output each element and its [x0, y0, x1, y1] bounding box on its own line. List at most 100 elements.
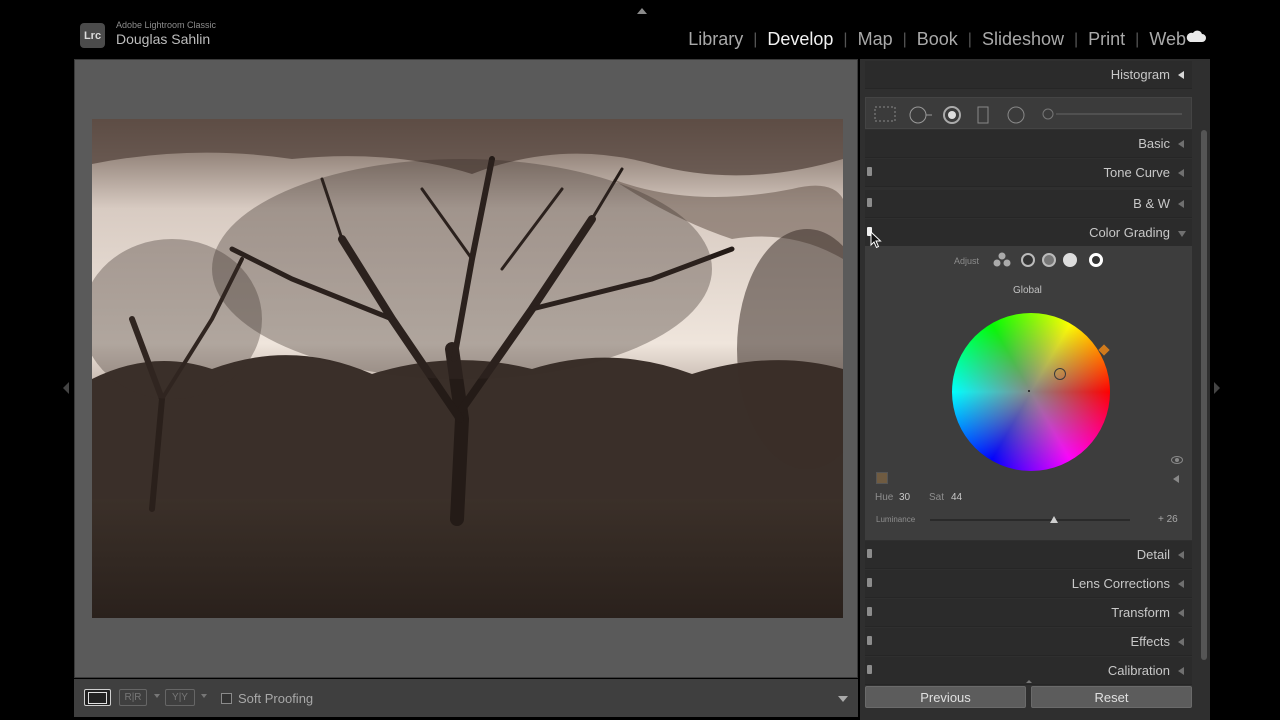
- collapse-sliders-icon[interactable]: [1173, 475, 1179, 483]
- cloud-sync-icon[interactable]: [1186, 30, 1206, 42]
- expand-arrow-icon: [1178, 71, 1184, 79]
- develop-tool-strip: [865, 97, 1192, 129]
- luminance-label: Luminance: [876, 515, 916, 524]
- module-picker: Library | Develop | Map | Book | Slidesh…: [688, 29, 1186, 50]
- radial-filter-icon[interactable]: [1006, 106, 1026, 124]
- crop-overlay-icon[interactable]: [874, 106, 896, 122]
- module-map[interactable]: Map: [858, 29, 893, 50]
- transform-header[interactable]: Transform: [865, 599, 1192, 627]
- spot-removal-icon[interactable]: [908, 106, 934, 124]
- panel-toggle-switch[interactable]: [867, 636, 872, 645]
- eye-icon[interactable]: [1171, 456, 1183, 464]
- module-separator: |: [967, 30, 972, 48]
- soft-proofing-checkbox[interactable]: [221, 693, 232, 704]
- panel-scrollbar[interactable]: [1201, 130, 1207, 660]
- mouse-cursor-icon: [870, 231, 882, 249]
- lightroom-logo: Lrc: [80, 23, 105, 48]
- panel-title: Color Grading: [1089, 225, 1170, 240]
- panel-toggle-switch[interactable]: [867, 167, 872, 176]
- panel-toggle-switch[interactable]: [867, 578, 872, 587]
- expand-arrow-icon: [1178, 200, 1184, 208]
- module-separator: |: [1073, 30, 1079, 48]
- effects-header[interactable]: Effects: [865, 628, 1192, 656]
- color-grading-mode-label: Global: [1013, 285, 1042, 296]
- expand-arrow-icon: [1178, 638, 1184, 646]
- module-separator: |: [843, 30, 848, 48]
- histogram-header[interactable]: Histogram: [865, 61, 1192, 89]
- before-after-copy-button[interactable]: Y|Y: [165, 689, 195, 706]
- expand-arrow-icon: [1178, 169, 1184, 177]
- panel-toggle-switch[interactable]: [867, 607, 872, 616]
- panel-title: Tone Curve: [1103, 165, 1170, 180]
- top-bar: Lrc Adobe Lightroom Classic Douglas Sahl…: [0, 0, 1280, 60]
- panel-title: Calibration: [1107, 663, 1170, 678]
- three-way-view-icon[interactable]: [993, 252, 1011, 268]
- before-after-lr-button[interactable]: R|R: [119, 689, 147, 706]
- shadows-wheel-icon[interactable]: [1021, 253, 1035, 267]
- panel-scroll-up-icon[interactable]: [1026, 680, 1032, 683]
- basic-header[interactable]: Basic: [865, 130, 1192, 158]
- collapse-top-panel-icon[interactable]: [637, 8, 647, 14]
- sat-value[interactable]: 44: [951, 492, 962, 503]
- panel-toggle-switch[interactable]: [867, 665, 872, 674]
- panel-toggle-switch[interactable]: [867, 198, 872, 207]
- chevron-down-icon[interactable]: [154, 694, 160, 698]
- collapse-arrow-icon: [1178, 231, 1186, 237]
- module-separator: |: [902, 30, 907, 48]
- module-develop[interactable]: Develop: [767, 29, 833, 50]
- global-wheel-icon[interactable]: [1089, 253, 1103, 267]
- bottom-toolbar: R|R Y|Y Soft Proofing: [74, 679, 858, 717]
- module-separator: |: [753, 30, 758, 48]
- red-eye-icon[interactable]: [942, 106, 962, 124]
- brush-slider-icon[interactable]: [1042, 106, 1182, 122]
- tone-curve-header[interactable]: Tone Curve: [865, 159, 1192, 187]
- expand-arrow-icon: [1178, 551, 1184, 559]
- panel-title: Transform: [1111, 605, 1170, 620]
- photo-preview: [92, 119, 843, 618]
- module-slideshow[interactable]: Slideshow: [982, 29, 1064, 50]
- sat-label: Sat: [929, 492, 945, 503]
- reset-button[interactable]: Reset: [1031, 686, 1192, 708]
- toolbar-menu-icon[interactable]: [838, 696, 848, 702]
- detail-header[interactable]: Detail: [865, 541, 1192, 569]
- wheel-handle[interactable]: [1054, 368, 1066, 380]
- chevron-down-icon[interactable]: [201, 694, 207, 698]
- module-web[interactable]: Web: [1149, 29, 1186, 50]
- color-grading-header[interactable]: Color Grading: [865, 219, 1192, 247]
- wheel-center-point: [1028, 390, 1030, 392]
- midtones-wheel-icon[interactable]: [1042, 253, 1056, 267]
- highlights-wheel-icon[interactable]: [1063, 253, 1077, 267]
- panel-title: Basic: [1138, 136, 1170, 151]
- luminance-slider-thumb[interactable]: [1050, 516, 1058, 523]
- module-print[interactable]: Print: [1088, 29, 1125, 50]
- expand-arrow-icon: [1178, 609, 1184, 617]
- identity-plate-user: Douglas Sahlin: [116, 31, 211, 47]
- luminance-value[interactable]: + 26: [1158, 514, 1178, 525]
- right-panel-toggle-icon[interactable]: [1214, 382, 1220, 394]
- panel-title: Histogram: [1110, 67, 1170, 82]
- expand-arrow-icon: [1178, 667, 1184, 675]
- module-separator: |: [1135, 30, 1140, 48]
- module-book[interactable]: Book: [917, 29, 958, 50]
- panel-title: B & W: [1133, 196, 1170, 211]
- hue-label: Hue: [875, 492, 894, 503]
- expand-arrow-icon: [1178, 140, 1184, 148]
- panel-title: Lens Corrections: [1071, 576, 1170, 591]
- expand-arrow-icon: [1178, 580, 1184, 588]
- panel-title: Detail: [1136, 547, 1170, 562]
- graduated-filter-icon[interactable]: [976, 106, 990, 124]
- color-wheel[interactable]: [952, 313, 1110, 471]
- module-library[interactable]: Library: [688, 29, 743, 50]
- luminance-slider-track[interactable]: [930, 519, 1130, 521]
- left-panel-toggle-icon[interactable]: [63, 382, 69, 394]
- loupe-view-button[interactable]: [84, 689, 111, 706]
- panel-title: Effects: [1130, 634, 1170, 649]
- color-swatch[interactable]: [876, 472, 888, 484]
- app-name: Adobe Lightroom Classic: [116, 20, 217, 30]
- lens-corrections-header[interactable]: Lens Corrections: [865, 570, 1192, 598]
- bw-header[interactable]: B & W: [865, 190, 1192, 218]
- adjust-label: Adjust: [954, 256, 980, 266]
- hue-value[interactable]: 30: [899, 492, 910, 503]
- previous-button[interactable]: Previous: [865, 686, 1026, 708]
- panel-toggle-switch[interactable]: [867, 549, 872, 558]
